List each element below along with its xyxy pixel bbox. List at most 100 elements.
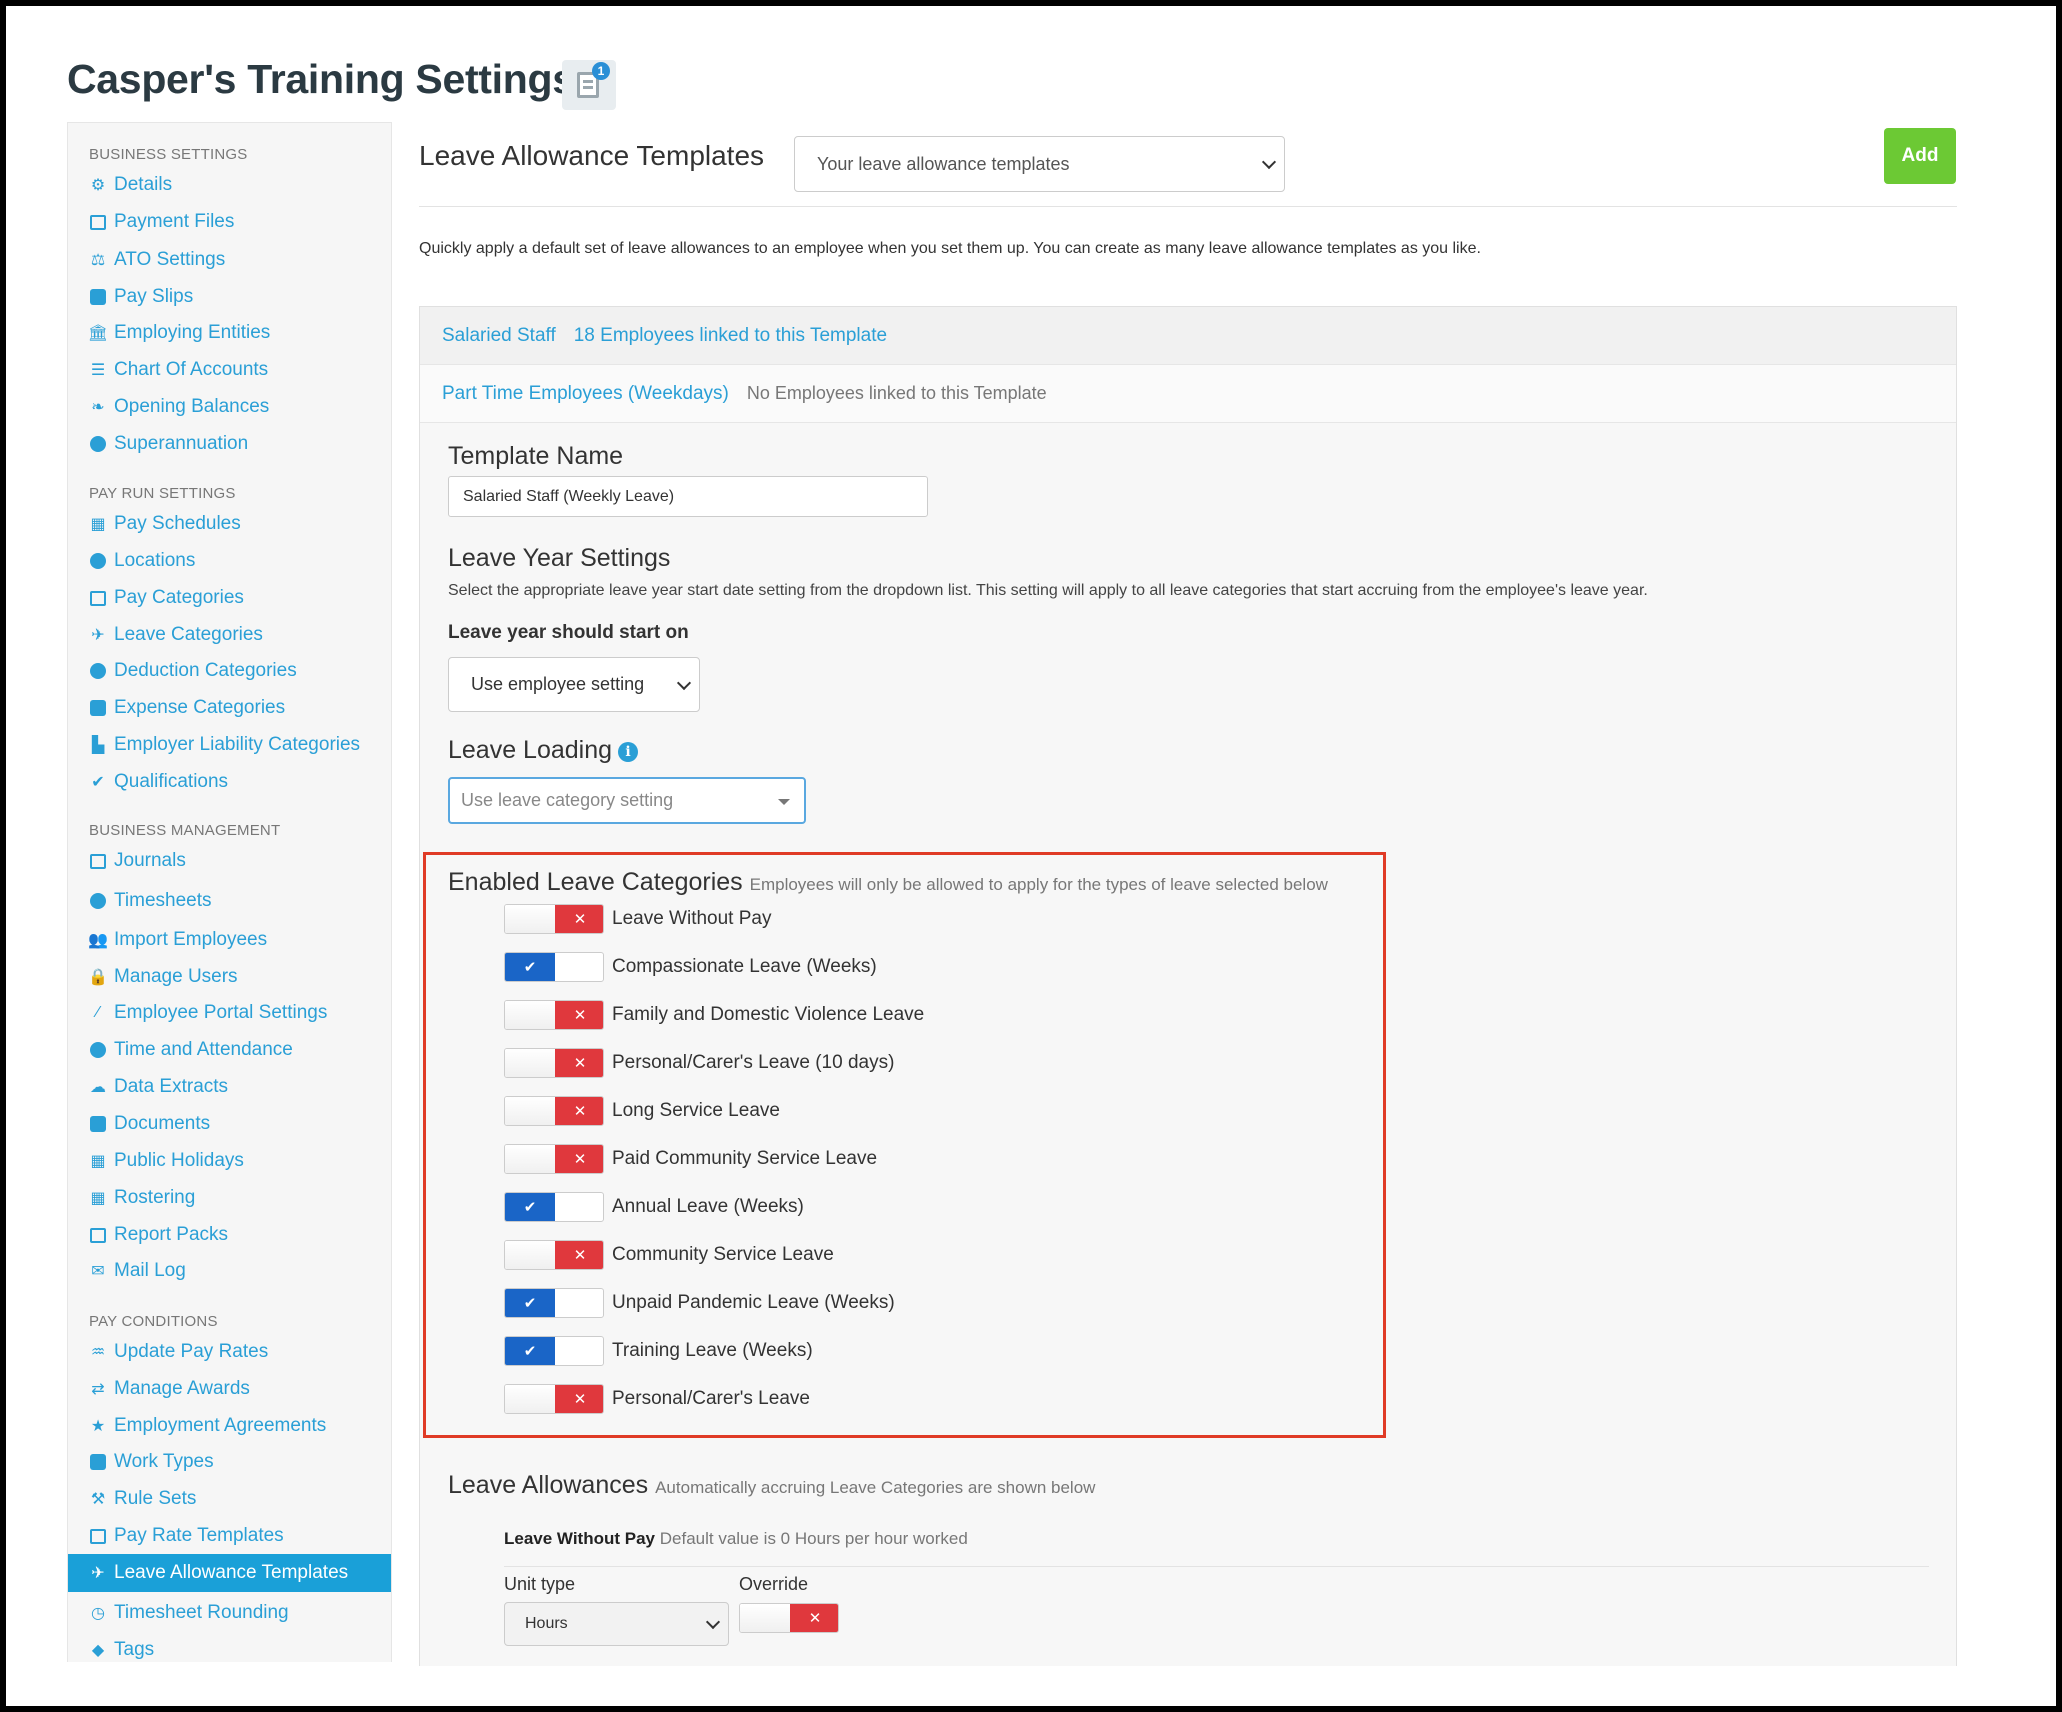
sidebar-item-report-packs[interactable]: Report Packs bbox=[89, 1219, 228, 1251]
sidebar-item-locations[interactable]: Locations bbox=[89, 545, 195, 577]
category-toggle[interactable]: ✔ bbox=[504, 1192, 604, 1222]
category-toggle[interactable]: ✕ bbox=[504, 1384, 604, 1414]
money-icon bbox=[89, 1527, 107, 1545]
sidebar-item-public-holidays[interactable]: ▦ Public Holidays bbox=[89, 1145, 243, 1177]
folder-open-icon bbox=[89, 1226, 107, 1244]
category-toggle-row[interactable]: ✕ Leave Without Pay bbox=[504, 903, 771, 935]
template-name-link[interactable]: Salaried Staff bbox=[442, 325, 556, 347]
sidebar-item-timesheets[interactable]: Timesheets bbox=[89, 885, 212, 917]
sidebar-item-documents[interactable]: Documents bbox=[89, 1108, 210, 1140]
balance-scale-icon: ⚖ bbox=[90, 252, 106, 269]
sidebar-item-leave-allowance-templates[interactable]: ✈ Leave Allowance Templates bbox=[68, 1554, 391, 1592]
sidebar-item-rostering[interactable]: ▦ Rostering bbox=[89, 1182, 195, 1214]
calendar-icon: ▦ bbox=[90, 516, 106, 533]
sidebar-item-manage-users[interactable]: 🔒 Manage Users bbox=[88, 961, 238, 993]
sidebar-item-pay-rate-templates[interactable]: Pay Rate Templates bbox=[89, 1520, 284, 1552]
category-toggle-row[interactable]: ✔ Training Leave (Weeks) bbox=[504, 1335, 813, 1367]
sidebar-item-details[interactable]: ⚙ Details bbox=[89, 169, 172, 201]
add-button[interactable]: Add bbox=[1884, 128, 1956, 184]
sidebar-item-manage-awards[interactable]: ⇄ Manage Awards bbox=[89, 1373, 250, 1405]
category-toggle[interactable]: ✕ bbox=[504, 1048, 604, 1078]
template-name-input[interactable]: Salaried Staff (Weekly Leave) bbox=[448, 476, 928, 517]
sidebar-item-rule-sets[interactable]: ⚒ Rule Sets bbox=[89, 1483, 197, 1515]
category-toggle[interactable]: ✔ bbox=[504, 952, 604, 982]
sidebar-item-work-types[interactable]: Work Types bbox=[89, 1446, 214, 1478]
check-icon: ✔ bbox=[505, 1337, 555, 1365]
sidebar-item-employer-liability-categories[interactable]: ▙ Employer Liability Categories bbox=[89, 729, 360, 761]
sidebar-item-employing-entities[interactable]: 🏛 Employing Entities bbox=[88, 317, 270, 349]
sidebar-item-pay-categories[interactable]: Pay Categories bbox=[89, 582, 244, 614]
camera-icon bbox=[89, 1453, 107, 1471]
template-select[interactable]: Your leave allowance templates bbox=[794, 136, 1285, 192]
sidebar-item-pay-schedules[interactable]: ▦ Pay Schedules bbox=[89, 508, 240, 540]
category-toggle[interactable]: ✕ bbox=[504, 904, 604, 934]
stopwatch-icon bbox=[89, 1041, 107, 1059]
category-toggle-row[interactable]: ✕ Personal/Carer's Leave (10 days) bbox=[504, 1047, 894, 1079]
file-icon bbox=[89, 288, 107, 306]
category-toggle-row[interactable]: ✔ Annual Leave (Weeks) bbox=[504, 1191, 804, 1223]
sidebar-item-import-employees[interactable]: 👥 Import Employees bbox=[88, 924, 267, 956]
folder-icon bbox=[89, 1115, 107, 1133]
category-toggle[interactable]: ✔ bbox=[504, 1288, 604, 1318]
sidebar-item-leave-categories[interactable]: ✈ Leave Categories bbox=[89, 619, 263, 651]
category-toggle[interactable]: ✕ bbox=[504, 1144, 604, 1174]
unit-type-select[interactable]: Hours bbox=[504, 1602, 729, 1646]
sidebar-item-tags[interactable]: ◆ Tags bbox=[89, 1634, 154, 1662]
sidebar-item-employment-agreements[interactable]: ★ Employment Agreements bbox=[89, 1410, 326, 1442]
leave-loading-select[interactable]: Use leave category setting bbox=[448, 777, 806, 824]
category-toggle[interactable]: ✕ bbox=[504, 1240, 604, 1270]
category-label: Annual Leave (Weeks) bbox=[612, 1196, 804, 1217]
archive-icon bbox=[89, 699, 107, 717]
category-toggle-row[interactable]: ✕ Long Service Leave bbox=[504, 1095, 780, 1127]
sidebar-item-deduction-categories[interactable]: Deduction Categories bbox=[89, 655, 297, 687]
category-toggle-row[interactable]: ✕ Paid Community Service Leave bbox=[504, 1143, 877, 1175]
notes-button[interactable]: 1 bbox=[562, 60, 616, 110]
sidebar-item-qualifications[interactable]: ✔ Qualifications bbox=[89, 766, 228, 798]
minus-circle-icon bbox=[89, 662, 107, 680]
sidebar-item-superannuation[interactable]: Superannuation bbox=[89, 428, 248, 460]
template-employees-link[interactable]: 18 Employees linked to this Template bbox=[574, 325, 887, 347]
override-toggle[interactable]: ✕ bbox=[739, 1603, 839, 1633]
magic-wand-icon: ⁄ bbox=[96, 1004, 100, 1021]
template-row[interactable]: Part Time Employees (Weekdays) No Employ… bbox=[420, 365, 1956, 423]
sidebar-heading-business-settings: BUSINESS SETTINGS bbox=[89, 146, 248, 163]
star-icon: ★ bbox=[90, 1418, 106, 1435]
sidebar-item-update-pay-rates[interactable]: ♒ Update Pay Rates bbox=[89, 1336, 268, 1368]
sidebar-item-timesheet-rounding[interactable]: ◷ Timesheet Rounding bbox=[89, 1597, 289, 1629]
category-toggle-row[interactable]: ✔ Compassionate Leave (Weeks) bbox=[504, 951, 877, 983]
override-label: Override bbox=[739, 1574, 809, 1594]
category-toggle-row[interactable]: ✕ Family and Domestic Violence Leave bbox=[504, 999, 924, 1031]
category-toggle-row[interactable]: ✕ Personal/Carer's Leave bbox=[504, 1383, 810, 1415]
category-toggle[interactable]: ✔ bbox=[504, 1336, 604, 1366]
sidebar-item-pay-slips[interactable]: Pay Slips bbox=[89, 281, 193, 313]
chevron-down-icon bbox=[705, 1614, 721, 1630]
category-label: Personal/Carer's Leave (10 days) bbox=[612, 1052, 895, 1073]
sidebar-item-mail-log[interactable]: ✉ Mail Log bbox=[89, 1255, 186, 1287]
sidebar-item-employee-portal-settings[interactable]: ⁄ Employee Portal Settings bbox=[89, 997, 328, 1029]
sidebar-item-expense-categories[interactable]: Expense Categories bbox=[89, 692, 285, 724]
category-label: Personal/Carer's Leave bbox=[612, 1388, 810, 1409]
sidebar-item-payment-files[interactable]: Payment Files bbox=[89, 206, 234, 238]
sidebar-item-journals[interactable]: Journals bbox=[89, 845, 186, 877]
close-icon: ✕ bbox=[555, 1385, 603, 1413]
category-toggle[interactable]: ✕ bbox=[504, 1000, 604, 1030]
leave-year-select[interactable]: Use employee setting bbox=[448, 657, 700, 712]
sidebar-item-time-and-attendance[interactable]: Time and Attendance bbox=[89, 1034, 293, 1066]
sidebar-item-ato-settings[interactable]: ⚖ ATO Settings bbox=[89, 244, 225, 276]
leave-year-description: Select the appropriate leave year start … bbox=[448, 582, 1648, 599]
template-row[interactable]: Salaried Staff 18 Employees linked to th… bbox=[420, 307, 1956, 365]
leaf-icon: ❧ bbox=[91, 399, 105, 416]
columns-icon bbox=[89, 852, 107, 870]
category-toggle-row[interactable]: ✕ Community Service Leave bbox=[504, 1239, 834, 1271]
info-icon[interactable]: i bbox=[618, 742, 639, 762]
chevron-down-icon bbox=[676, 675, 692, 690]
template-name-link[interactable]: Part Time Employees (Weekdays) bbox=[442, 383, 729, 405]
template-employees-text: No Employees linked to this Template bbox=[746, 383, 1047, 403]
category-toggle[interactable]: ✕ bbox=[504, 1096, 604, 1126]
sidebar-item-chart-of-accounts[interactable]: ☰ Chart Of Accounts bbox=[89, 354, 268, 386]
chevron-down-icon bbox=[1261, 154, 1277, 170]
money-icon bbox=[89, 589, 107, 607]
sidebar-item-opening-balances[interactable]: ❧ Opening Balances bbox=[89, 391, 269, 423]
sidebar-item-data-extracts[interactable]: ☁ Data Extracts bbox=[89, 1071, 228, 1103]
category-toggle-row[interactable]: ✔ Unpaid Pandemic Leave (Weeks) bbox=[504, 1287, 895, 1319]
